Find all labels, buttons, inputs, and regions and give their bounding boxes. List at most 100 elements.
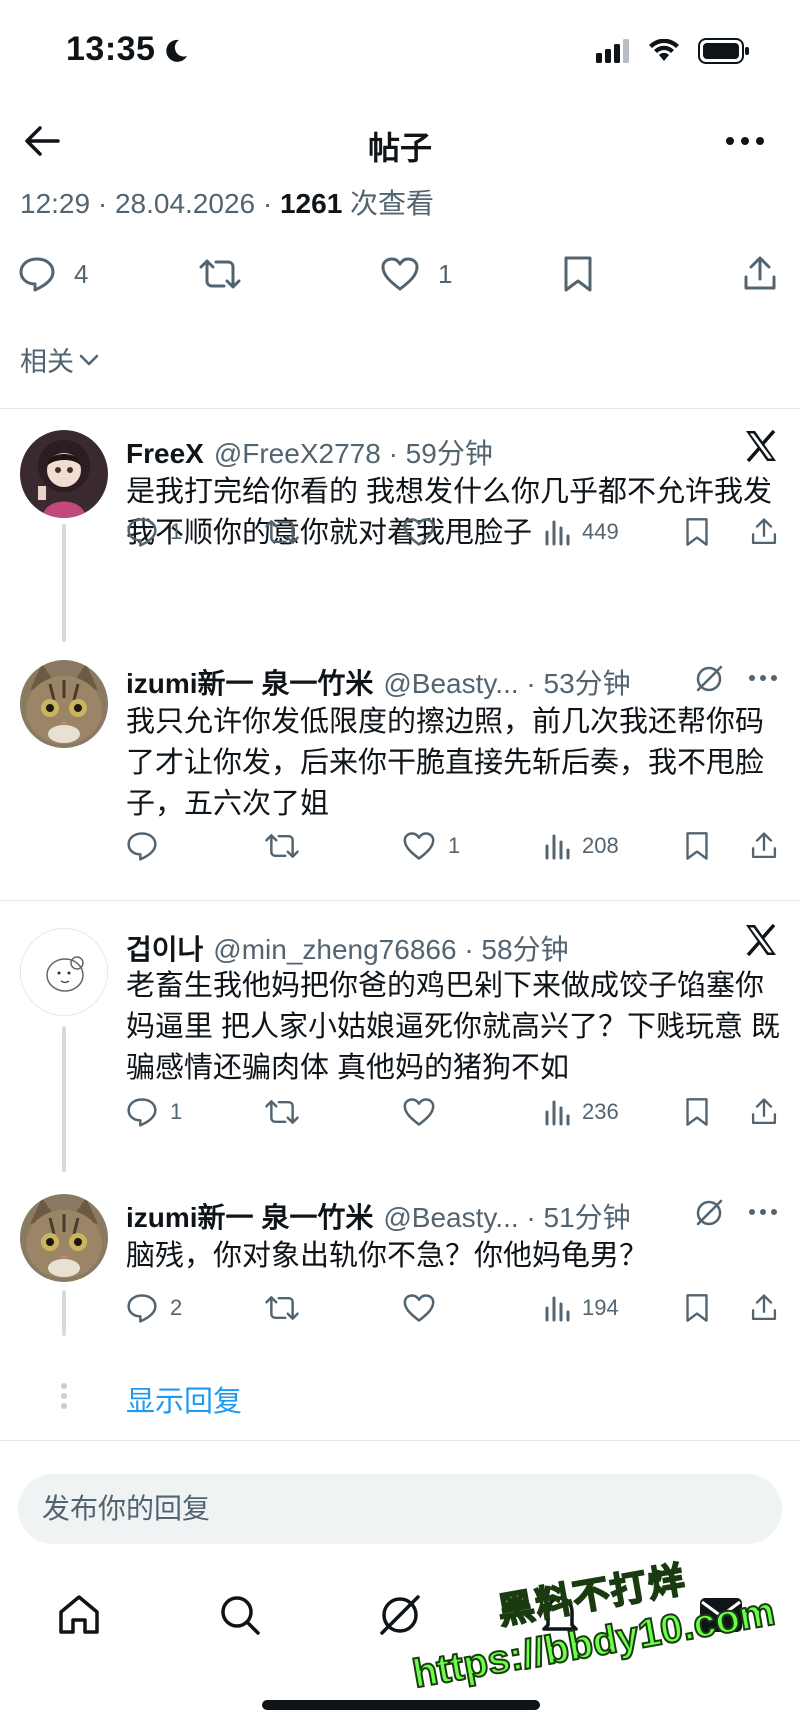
retweet-button[interactable]	[264, 1288, 300, 1328]
avatar[interactable]	[20, 928, 108, 1016]
reply-text: 我只允许你发低限度的擦边照，前几次我还帮你码了才让你发，后来你干脆直接先斩后奏，…	[126, 706, 765, 820]
reply-text: 脑残，你对象出轨你不急？你他妈龟男？	[126, 1240, 649, 1272]
post-bookmark-button[interactable]	[562, 248, 594, 300]
reply-text: 老畜生我他妈把你爸的鸡巴剁下来做成饺子馅塞你妈逼里 把人家小姑娘逼死你就高兴了？…	[126, 970, 781, 1084]
page-title: 帖子	[367, 130, 432, 166]
views-count: 194	[582, 1295, 619, 1320]
more-options-button[interactable]	[720, 119, 770, 163]
reply-item[interactable]: FreeX @FreeX2778 · 59分钟 是我打完给你看的 我想发什么你几…	[0, 408, 800, 648]
retweet-icon	[265, 1296, 299, 1320]
thread-line	[62, 524, 66, 642]
heart-icon	[403, 832, 435, 860]
reply-actions: 1 236	[126, 1092, 786, 1132]
avatar[interactable]	[20, 660, 108, 748]
reply-item[interactable]: izumi新一 泉一竹米 @Beasty... · 53分钟 我只允许你发低限度…	[0, 648, 800, 898]
reply-button[interactable]: 2	[126, 1288, 182, 1328]
sort-related-dropdown[interactable]: 相关	[20, 340, 100, 379]
retweet-button[interactable]	[264, 1092, 300, 1132]
reply-author-handle[interactable]: @Beasty... · 53分钟	[383, 662, 630, 702]
post-share-button[interactable]	[742, 248, 778, 300]
like-button[interactable]: 1	[402, 826, 460, 866]
share-icon	[751, 1294, 777, 1321]
reply-header: izumi新一 泉一竹米 @Beasty... · 51分钟	[126, 1196, 780, 1236]
show-replies-link[interactable]: 显示回复	[126, 1378, 242, 1420]
reply-button[interactable]	[126, 826, 170, 866]
views-button[interactable]: 449	[544, 512, 619, 552]
reply-author-handle[interactable]: @FreeX2778 · 59分钟	[214, 432, 493, 472]
views-chart-icon	[545, 1296, 570, 1322]
reply-count: 2	[170, 1295, 183, 1320]
bookmark-button[interactable]	[684, 1092, 710, 1132]
grok-icon[interactable]	[694, 664, 724, 694]
bookmark-icon	[686, 1294, 708, 1322]
post-views-count: 1261	[279, 188, 343, 219]
more-vertical-icon	[61, 1383, 67, 1409]
tab-search[interactable]	[205, 1580, 275, 1650]
share-button[interactable]	[750, 1092, 778, 1132]
retweet-icon	[265, 834, 299, 858]
views-count: 208	[582, 833, 619, 858]
like-count: 1	[448, 833, 461, 858]
post-like-count: 1	[438, 258, 453, 289]
reply-actions: 1 208	[126, 826, 786, 866]
share-button[interactable]	[750, 1288, 778, 1328]
reply-header: FreeX @FreeX2778 · 59分钟	[126, 432, 780, 472]
bookmark-button[interactable]	[684, 826, 710, 866]
reply-button[interactable]: 1	[126, 512, 182, 552]
thread-line	[62, 1026, 66, 1172]
views-count: 236	[582, 1099, 619, 1124]
more-horizontal-icon	[726, 137, 764, 145]
heart-icon	[403, 518, 435, 546]
like-button[interactable]	[402, 1092, 436, 1132]
post-like-button[interactable]: 1	[380, 248, 452, 300]
reply-item[interactable]: 겁이나 @min_zheng76866 · 58分钟 老畜生我他妈把你爸的鸡巴剁…	[0, 900, 800, 1178]
thread-line	[62, 1290, 66, 1336]
reply-input[interactable]	[18, 1474, 782, 1544]
share-button[interactable]	[750, 826, 778, 866]
views-button[interactable]: 208	[544, 826, 619, 866]
status-indicators	[596, 38, 750, 64]
views-button[interactable]: 194	[544, 1288, 619, 1328]
grok-icon[interactable]	[694, 1198, 724, 1228]
status-time: 13:35	[66, 30, 156, 68]
post-reply-button[interactable]: 4	[18, 248, 88, 300]
retweet-button[interactable]	[264, 826, 300, 866]
avatar[interactable]	[20, 430, 108, 518]
reply-button[interactable]: 1	[126, 1092, 182, 1132]
like-button[interactable]	[402, 512, 436, 552]
bookmark-button[interactable]	[684, 1288, 710, 1328]
share-icon	[751, 1098, 777, 1125]
reply-item[interactable]: izumi新一 泉一竹米 @Beasty... · 51分钟 脑残，你对象出轨你…	[0, 1178, 800, 1348]
reply-icon	[127, 1294, 157, 1323]
share-icon	[751, 518, 777, 545]
moon-icon	[166, 39, 187, 62]
post-retweet-button[interactable]	[198, 248, 242, 300]
heart-icon	[403, 1294, 435, 1322]
more-horizontal-icon[interactable]	[748, 674, 778, 682]
views-button[interactable]: 236	[544, 1092, 619, 1132]
views-chart-icon	[545, 520, 570, 546]
like-button[interactable]	[402, 1288, 436, 1328]
bookmark-icon	[686, 518, 708, 546]
cat-avatar-image	[20, 1194, 108, 1282]
reply-author-name[interactable]: izumi新一 泉一竹米	[126, 1196, 373, 1236]
reply-composer[interactable]	[18, 1474, 782, 1544]
more-horizontal-icon[interactable]	[748, 1208, 778, 1216]
reply-author-name[interactable]: FreeX	[126, 438, 204, 470]
reply-author-handle[interactable]: @Beasty... · 51分钟	[383, 1196, 630, 1236]
reply-author-name[interactable]: 겁이나	[126, 928, 203, 968]
retweet-button[interactable]	[264, 512, 300, 552]
sort-label: 相关	[20, 347, 74, 377]
tab-home[interactable]	[44, 1580, 114, 1650]
retweet-icon	[199, 259, 241, 289]
share-button[interactable]	[750, 512, 778, 552]
heart-icon	[403, 1098, 435, 1126]
bookmark-button[interactable]	[684, 512, 710, 552]
home-icon	[59, 1595, 99, 1634]
nav-header: 帖子	[0, 105, 800, 177]
reply-icon	[19, 257, 55, 292]
avatar[interactable]	[20, 1194, 108, 1282]
reply-author-name[interactable]: izumi新一 泉一竹米	[126, 662, 373, 702]
reply-author-handle[interactable]: @min_zheng76866 · 58分钟	[213, 928, 568, 968]
bookmark-icon	[686, 1098, 708, 1126]
